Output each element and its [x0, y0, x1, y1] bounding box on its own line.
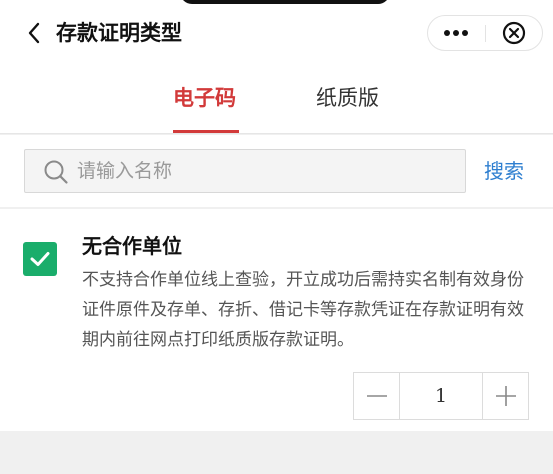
- more-dots-icon: [444, 30, 468, 36]
- item-title: 无合作单位: [82, 234, 182, 258]
- search-bar: 搜索: [0, 135, 553, 207]
- item-description: 不支持合作单位线上查验，开立成功后需持实名制有效身份证件原件及存单、存折、借记卡…: [82, 270, 524, 350]
- chevron-left-icon: [28, 22, 40, 44]
- quantity-value[interactable]: 1: [401, 373, 481, 419]
- page: 存款证明类型 电子码 纸质版 请输入名称 搜索 无合作单位 不支持合作单位线上查…: [0, 0, 553, 474]
- minus-icon: [366, 395, 387, 397]
- tab-bar: 电子码 纸质版: [0, 66, 553, 134]
- search-icon: [44, 160, 68, 184]
- more-button[interactable]: [428, 16, 484, 50]
- header-bar: 存款证明类型: [0, 0, 553, 66]
- page-title: 存款证明类型: [56, 21, 182, 45]
- device-notch: [180, 0, 390, 4]
- checkmark-icon: [30, 252, 50, 266]
- active-tab-indicator: [173, 130, 239, 133]
- plus-icon: [495, 386, 516, 406]
- increment-button[interactable]: [482, 373, 528, 419]
- mini-program-capsule: [427, 15, 543, 51]
- tab-electronic-code[interactable]: 电子码: [173, 82, 236, 114]
- close-circle-icon: [502, 21, 526, 45]
- tab-paper-version[interactable]: 纸质版: [316, 82, 379, 114]
- decrement-button[interactable]: [354, 373, 400, 419]
- search-input[interactable]: [77, 150, 457, 192]
- close-button[interactable]: [486, 16, 542, 50]
- search-button[interactable]: 搜索: [484, 155, 524, 187]
- list-item: 无合作单位 不支持合作单位线上查验，开立成功后需持实名制有效身份证件原件及存单、…: [0, 209, 553, 431]
- search-box[interactable]: [24, 149, 466, 193]
- quantity-stepper: 1: [353, 372, 529, 420]
- item-checkbox[interactable]: [23, 242, 57, 276]
- back-button[interactable]: [20, 18, 48, 48]
